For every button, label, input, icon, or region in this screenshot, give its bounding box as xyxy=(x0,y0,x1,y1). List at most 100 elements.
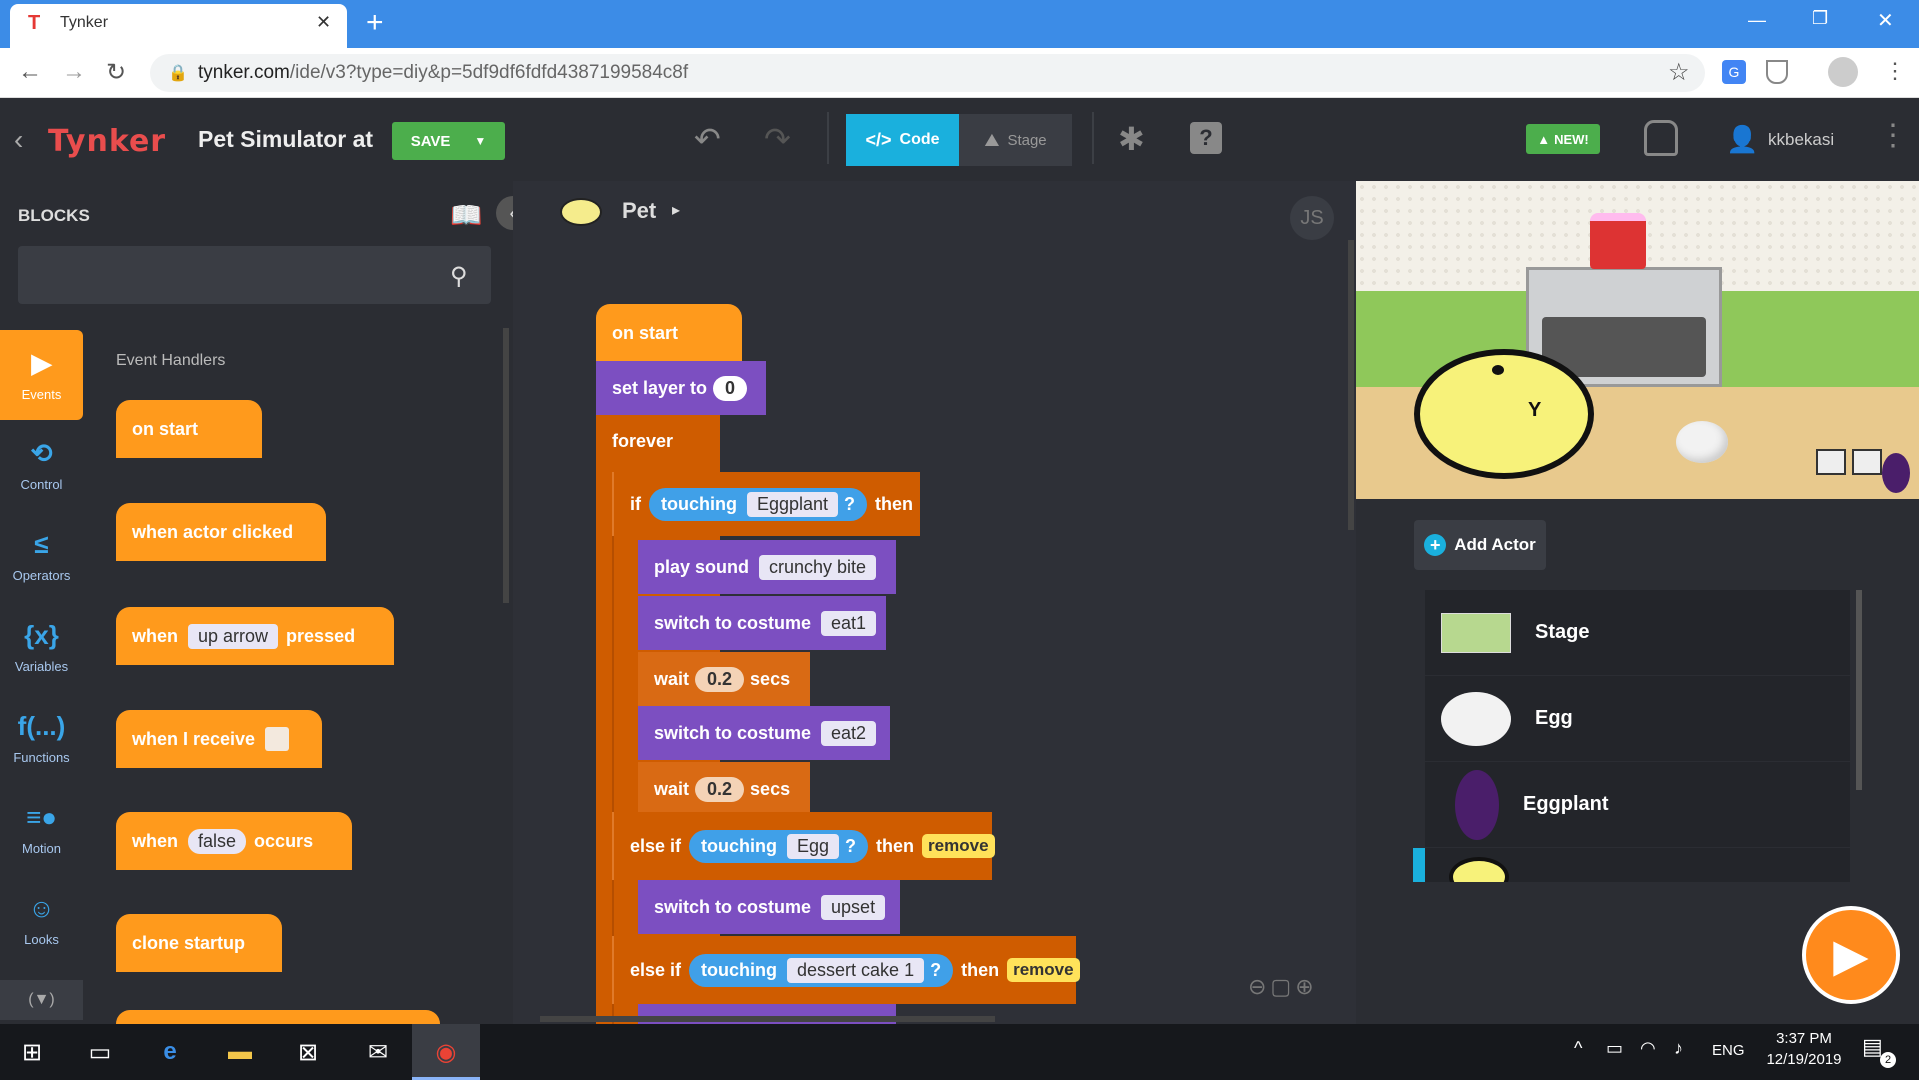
palette-clone-startup-block[interactable]: clone startup xyxy=(116,914,282,972)
actor-row-eggplant[interactable]: Eggplant xyxy=(1425,762,1850,847)
key-field[interactable]: up arrow xyxy=(188,623,279,649)
costume-field[interactable]: eat1 xyxy=(821,610,877,636)
wait-value[interactable]: 0.2 xyxy=(695,666,745,692)
switch-costume-block[interactable]: switch to costume upset xyxy=(638,880,900,934)
wifi-icon[interactable]: ◠ xyxy=(1640,1038,1656,1059)
egg-sprite[interactable] xyxy=(1676,421,1728,463)
back-chevron-icon[interactable]: ‹ xyxy=(14,124,23,156)
switch-costume-block[interactable]: switch to costume eat2 xyxy=(638,706,890,760)
touch-target-field[interactable]: Eggplant xyxy=(746,491,839,517)
reload-icon[interactable]: ↻ xyxy=(106,58,126,87)
touching-cake-condition[interactable]: touching dessert cake 1? xyxy=(689,953,954,987)
if-block[interactable]: if touching Eggplant? then xyxy=(612,472,920,536)
eggplant-sprite[interactable] xyxy=(1882,453,1910,493)
stage-preview[interactable]: Y xyxy=(1356,181,1919,499)
tab-code[interactable]: </> Code xyxy=(846,114,959,166)
new-badge-button[interactable]: ▲ NEW! xyxy=(1526,124,1600,154)
file-explorer-icon[interactable]: ▬ xyxy=(220,1032,260,1072)
close-tab-icon[interactable]: ✕ xyxy=(316,12,331,33)
battery-icon[interactable]: ▭ xyxy=(1606,1038,1623,1059)
costume-field[interactable]: upset xyxy=(821,894,886,920)
wait-value[interactable]: 0.2 xyxy=(695,776,745,802)
category-operators[interactable]: ≤ Operators xyxy=(0,511,83,601)
else-if-cake-block[interactable]: else if touching dessert cake 1? then remove xyxy=(612,936,1080,1004)
new-tab-button[interactable]: + xyxy=(366,6,384,40)
play-sound-block[interactable]: play sound crunchy bite xyxy=(638,540,896,594)
username[interactable]: kkbekasi xyxy=(1768,130,1834,150)
redo-icon[interactable]: ↷ xyxy=(764,120,791,158)
switch-costume-block[interactable]: switch to costume eat1 xyxy=(638,596,886,650)
app-menu-icon[interactable]: ⋮ xyxy=(1878,118,1908,153)
wait-block[interactable]: wait 0.2 secs xyxy=(638,652,810,706)
blocks-search-input[interactable] xyxy=(18,246,491,304)
mail-icon[interactable]: ✉ xyxy=(358,1032,398,1072)
fullscreen-icon[interactable] xyxy=(1852,449,1882,475)
actors-scrollbar[interactable] xyxy=(1856,590,1862,790)
message-field[interactable] xyxy=(265,727,290,751)
volume-icon[interactable]: ♪ xyxy=(1674,1038,1683,1059)
forward-icon[interactable]: → xyxy=(62,58,86,86)
help-icon[interactable]: ? xyxy=(1190,122,1222,154)
reference-book-icon[interactable]: 📖 xyxy=(450,200,482,231)
palette-receive-block[interactable]: when I receive xyxy=(116,710,322,768)
tynker-logo[interactable]: Tynker xyxy=(48,124,166,159)
profile-avatar-icon[interactable] xyxy=(1828,57,1858,87)
play-button[interactable]: ▶ xyxy=(1802,906,1900,1004)
project-title[interactable]: Pet Simulator at xyxy=(198,126,373,153)
palette-actor-clicked-block[interactable]: when actor clicked xyxy=(116,503,326,561)
on-start-block[interactable]: on start xyxy=(596,304,742,362)
zoom-controls[interactable]: ⊖▢⊕ xyxy=(1248,974,1318,1000)
translate-extension-icon[interactable]: G xyxy=(1722,60,1746,84)
restore-icon[interactable]: ❐ xyxy=(1812,8,1828,29)
search-icon[interactable]: ⚲ xyxy=(450,262,468,291)
actor-row-egg[interactable]: Egg xyxy=(1425,676,1850,761)
tab-stage[interactable]: ⛰ Stage xyxy=(959,114,1072,166)
category-motion[interactable]: ≡● Motion xyxy=(0,784,83,874)
layer-value[interactable]: 0 xyxy=(713,375,748,401)
add-actor-button[interactable]: + Add Actor xyxy=(1414,520,1546,570)
actor-row-stage[interactable]: Stage xyxy=(1425,590,1850,675)
minimize-icon[interactable]: — xyxy=(1748,10,1766,31)
language-indicator[interactable]: ENG xyxy=(1712,1042,1745,1059)
sound-field[interactable]: crunchy bite xyxy=(759,554,877,580)
code-scrollbar[interactable] xyxy=(1348,240,1354,530)
store-icon[interactable]: ⊠ xyxy=(288,1032,328,1072)
window-close-icon[interactable]: ✕ xyxy=(1877,8,1894,33)
set-layer-block[interactable]: set layer to 0 xyxy=(596,361,766,415)
touch-target-field[interactable]: dessert cake 1 xyxy=(787,957,925,983)
more-categories-icon[interactable]: (▼) xyxy=(0,980,83,1020)
category-events[interactable]: ▶ Events xyxy=(0,330,83,420)
touch-target-field[interactable]: Egg xyxy=(787,833,840,859)
grid-toggle-icon[interactable] xyxy=(1816,449,1846,475)
cake-sprite[interactable] xyxy=(1590,213,1646,269)
remove-option[interactable]: remove xyxy=(1007,958,1080,982)
palette-scrollbar[interactable] xyxy=(503,328,509,603)
edge-icon[interactable]: e xyxy=(150,1032,190,1072)
else-if-egg-block[interactable]: else if touching Egg? then remove xyxy=(612,812,995,880)
category-control[interactable]: ⟲ Control xyxy=(0,420,83,510)
palette-on-start-block[interactable]: on start xyxy=(116,400,262,458)
windows-start-icon[interactable]: ⊞ xyxy=(12,1032,52,1072)
palette-partial-block[interactable] xyxy=(116,1010,440,1024)
pet-sprite[interactable] xyxy=(1414,349,1594,479)
bookmark-star-icon[interactable]: ☆ xyxy=(1668,58,1690,87)
touching-egg-condition[interactable]: touching Egg? xyxy=(689,829,869,863)
task-view-icon[interactable]: ▭ xyxy=(80,1032,120,1072)
category-variables[interactable]: {x} Variables xyxy=(0,602,83,692)
touching-eggplant-condition[interactable]: touching Eggplant? xyxy=(649,487,868,521)
remove-option[interactable]: remove xyxy=(922,834,995,858)
undo-icon[interactable]: ↶ xyxy=(694,120,721,158)
back-icon[interactable]: ← xyxy=(18,58,42,86)
debug-bug-icon[interactable]: ✱ xyxy=(1118,120,1145,158)
actor-name[interactable]: Pet xyxy=(622,198,656,224)
save-button[interactable]: SAVE ▼ xyxy=(392,122,505,160)
palette-key-pressed-block[interactable]: when up arrow pressed xyxy=(116,607,394,665)
shield-extension-icon[interactable] xyxy=(1766,60,1788,84)
browser-menu-icon[interactable]: ⋮ xyxy=(1884,58,1906,84)
clock[interactable]: 3:37 PM 12/19/2019 xyxy=(1762,1030,1846,1068)
code-hscrollbar[interactable] xyxy=(540,1016,995,1022)
js-toggle-button[interactable]: JS xyxy=(1290,196,1334,240)
palette-occurs-block[interactable]: when false occurs xyxy=(116,812,352,870)
tray-chevron-icon[interactable]: ^ xyxy=(1574,1038,1582,1059)
save-dropdown-icon[interactable]: ▼ xyxy=(474,134,486,148)
